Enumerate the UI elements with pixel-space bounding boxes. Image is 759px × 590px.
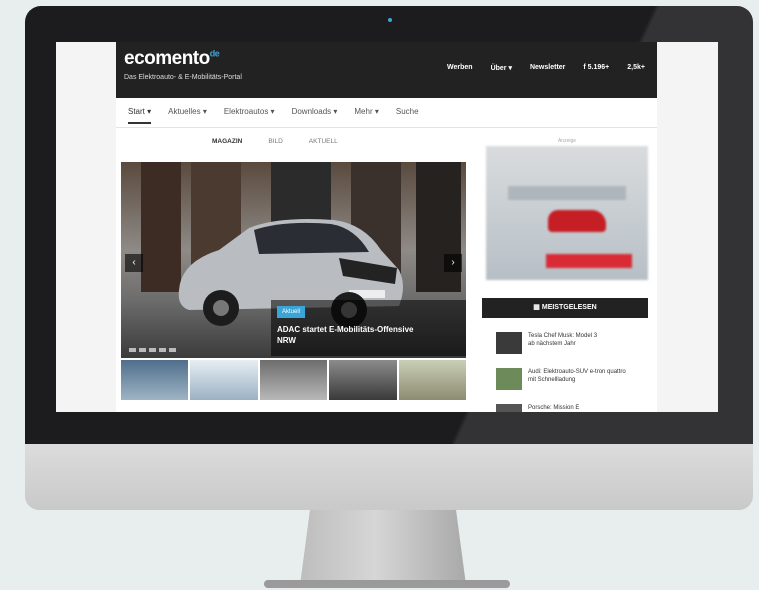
list-item[interactable]: Porsche: Mission E (496, 404, 646, 412)
logo-text: ecomento (124, 48, 210, 69)
topnav-werben[interactable]: Werben (447, 64, 473, 72)
slider-caption-title: ADAC startet E-Mobilitäts-Offensive NRW (277, 324, 413, 346)
screen: ecomentode Das Elektroauto- & E-Mobilitä… (56, 42, 718, 412)
tab-aktuell[interactable]: AKTUELL (309, 138, 338, 145)
slider-thumbnails[interactable] (121, 360, 467, 400)
menu-item-aktuelles[interactable]: Aktuelles ▾ (168, 107, 207, 124)
slider-next-icon[interactable]: › (444, 254, 462, 272)
thumbnail-4[interactable] (329, 360, 397, 400)
menu-item-mehr[interactable]: Mehr ▾ (354, 107, 378, 124)
topnav-newsletter[interactable]: Newsletter (530, 64, 565, 72)
list-item[interactable]: Tesla Chef Musk: Model 3 ab nächstem Jahr (496, 332, 646, 354)
menu-item-suche[interactable]: Suche (396, 107, 419, 124)
thumbnail-3[interactable] (259, 360, 328, 400)
site-tagline: Das Elektroauto- & E-Mobilitäts-Portal (124, 74, 242, 81)
main-menu: Start ▾ Aktuelles ▾ Elektroautos ▾ Downl… (116, 98, 657, 128)
list-item-title: Tesla Chef Musk: Model 3 (528, 333, 598, 339)
thumbnail-2[interactable] (190, 360, 258, 400)
slider-dots[interactable] (129, 348, 176, 352)
menu-item-start[interactable]: Start ▾ (128, 107, 152, 124)
caption-line-1: ADAC startet E-Mobilitäts-Offensive (277, 325, 414, 334)
site-logo[interactable]: ecomentode (124, 48, 220, 70)
list-thumbnail (496, 368, 522, 390)
chart-icon: ▦ (533, 304, 542, 311)
sidebar-ad[interactable] (486, 146, 648, 280)
topnav-twitter[interactable]: 2,5k+ (627, 64, 645, 72)
list-item-title: Porsche: Mission E (528, 405, 580, 411)
monitor-mockup: ecomentode Das Elektroauto- & E-Mobilitä… (0, 0, 759, 590)
menu-item-elektroautos[interactable]: Elektroautos ▾ (224, 107, 275, 124)
slider-badge: Aktuell (277, 306, 306, 318)
slider-prev-icon[interactable]: ‹ (125, 254, 143, 272)
site-header: ecomentode Das Elektroauto- & E-Mobilitä… (116, 42, 657, 98)
meistgelesen-header: ▦ MEISTGELESEN (482, 298, 648, 318)
top-navigation: Werben Über ▾ Newsletter f 5.196+ 2,5k+ (447, 64, 645, 72)
list-item[interactable]: Audi: Elektroauto-SUV e-tron quattro mit … (496, 368, 646, 390)
website: ecomentode Das Elektroauto- & E-Mobilitä… (116, 42, 657, 412)
menu-item-downloads[interactable]: Downloads ▾ (292, 107, 338, 124)
monitor-base (264, 580, 510, 588)
monitor-chin (25, 444, 753, 510)
camera-dot (388, 18, 392, 22)
featured-slider[interactable]: ‹ › Aktuell ADAC startet E-Mobilitäts-Of… (121, 162, 466, 358)
tab-bild[interactable]: BILD (268, 138, 282, 145)
monitor-stand (300, 510, 466, 585)
list-item-subtitle: mit Schnellladung (528, 377, 576, 383)
topnav-ueber[interactable]: Über ▾ (491, 64, 512, 72)
content-tabs: MAGAZIN BILD AKTUELL (212, 138, 338, 145)
caption-line-2: NRW (277, 336, 296, 345)
list-item-title: Audi: Elektroauto-SUV e-tron quattro (528, 369, 626, 375)
list-item-subtitle: ab nächstem Jahr (528, 341, 576, 347)
thumbnail-5[interactable] (398, 360, 467, 400)
tab-magazin[interactable]: MAGAZIN (212, 138, 242, 145)
thumbnail-1[interactable] (121, 360, 189, 400)
ad-label: Anzeige (557, 138, 577, 144)
topnav-facebook[interactable]: f 5.196+ (583, 64, 609, 72)
list-thumbnail (496, 332, 522, 354)
meistgelesen-title: MEISTGELESEN (541, 304, 597, 311)
list-thumbnail (496, 404, 522, 412)
logo-suffix: de (209, 48, 220, 59)
slider-caption[interactable]: Aktuell ADAC startet E-Mobilitäts-Offens… (271, 300, 466, 356)
